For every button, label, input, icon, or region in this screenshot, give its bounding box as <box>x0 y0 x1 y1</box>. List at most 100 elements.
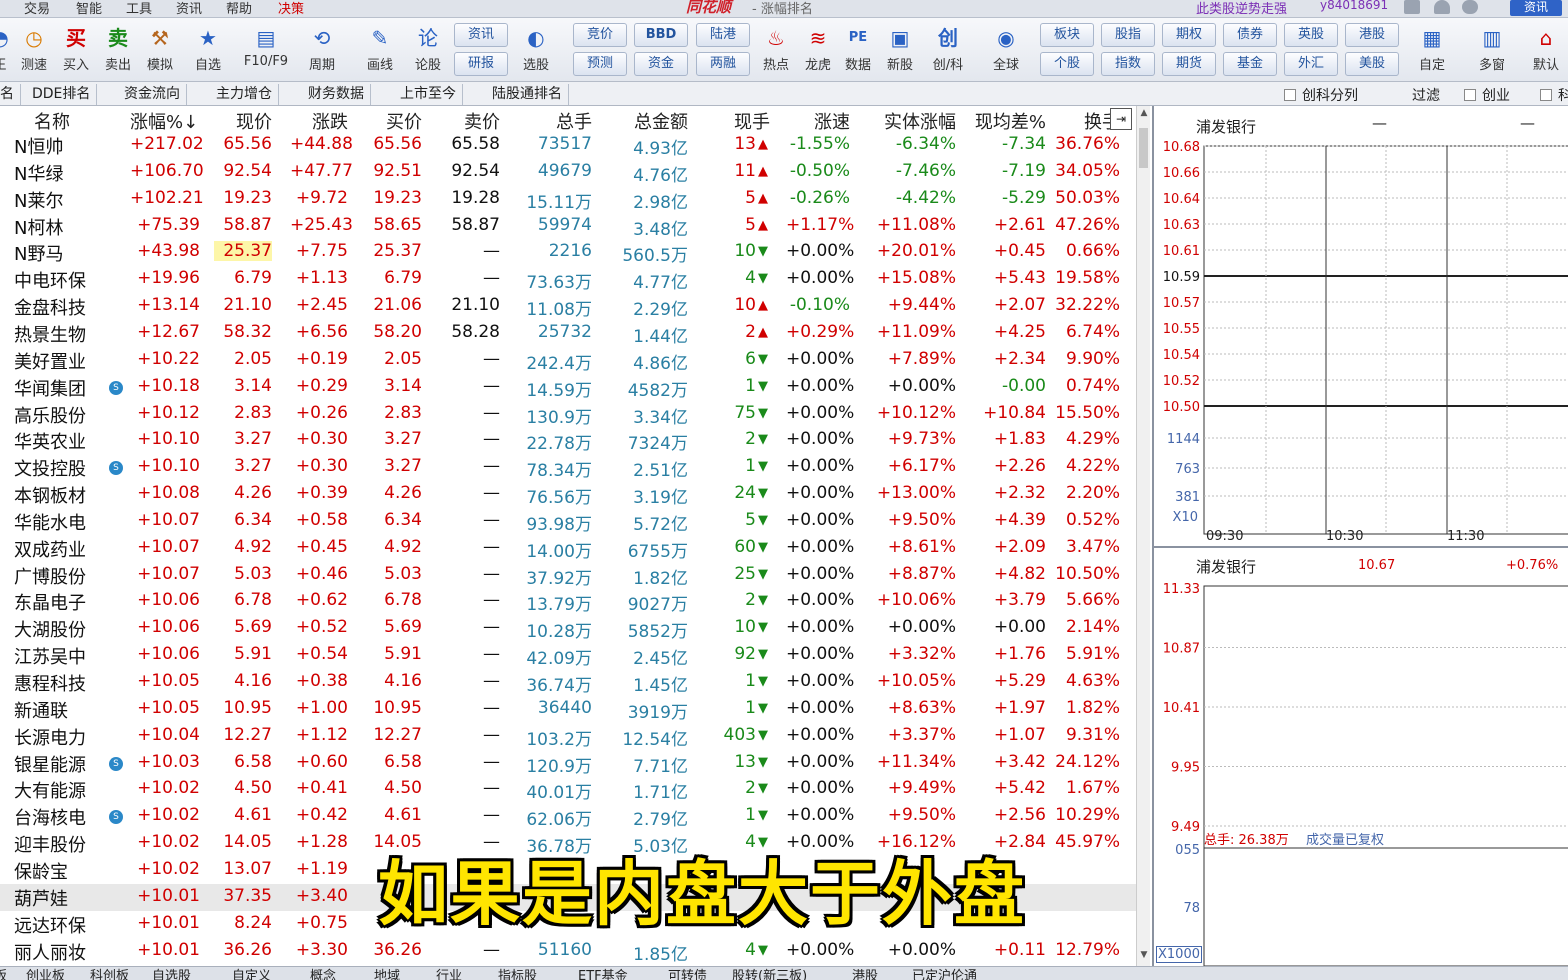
col-change-pct[interactable]: 涨幅%↓ <box>130 108 198 134</box>
col-ask[interactable]: 卖价 <box>442 108 500 134</box>
kline-chart[interactable]: 11.3310.8710.419.959.4905578010203 <box>1154 106 1568 980</box>
pill-uk-stocks[interactable]: 英股 <box>1284 23 1338 47</box>
pill-stock-index[interactable]: 股指 <box>1101 23 1155 47</box>
table-row[interactable]: 长源电力 +10.04 12.27 +1.12 12.27 — 103.2万 12.54亿 +0… <box>0 723 1136 750</box>
table-row[interactable]: 双成药业 +10.07 4.92 +0.45 4.92 — 14.00万 6755万 +0.00… <box>0 535 1136 562</box>
col-bid[interactable]: 买价 <box>364 108 422 134</box>
bottom-tab[interactable]: ETF基金 <box>578 967 628 980</box>
sell-button[interactable]: 卖卖出 <box>98 22 138 80</box>
watchlist-button[interactable]: ★ 自选 <box>188 22 228 80</box>
bottom-tab[interactable]: 股转(新三板) <box>732 967 807 980</box>
bottom-tab[interactable]: 板 <box>0 967 7 980</box>
table-row[interactable]: 东晶电子 +10.06 6.78 +0.62 6.78 — 13.79万 9027万 +0.00… <box>0 588 1136 615</box>
mail-icon[interactable] <box>1404 0 1420 14</box>
col-speed[interactable]: 涨速 <box>796 108 850 134</box>
col-volume[interactable]: 总手 <box>532 108 592 134</box>
table-scrollbar[interactable]: ▲ ▼ <box>1136 106 1150 966</box>
bell-icon[interactable] <box>1434 0 1450 14</box>
col-price[interactable]: 现价 <box>214 108 272 134</box>
col-amount[interactable]: 总金额 <box>612 108 688 134</box>
f10-button[interactable]: ▤ F10/F9 <box>242 22 290 80</box>
default-button[interactable]: ⌂ 默认 <box>1526 22 1566 80</box>
menu-trade[interactable]: 交易 <box>24 0 50 17</box>
table-row[interactable]: 丽人丽妆 +10.01 36.26 +3.30 36.26 — 51160 1.85亿 +0.0… <box>0 938 1136 965</box>
pill-hk-stocks[interactable]: 港股 <box>1345 23 1399 47</box>
menu-help[interactable]: 帮助 <box>226 0 252 17</box>
table-row[interactable]: N恒帅 +217.02 65.56 +44.88 65.56 65.58 73517 4.93… <box>0 132 1136 159</box>
pill-bonds[interactable]: 债券 <box>1223 23 1277 47</box>
bottom-tab[interactable]: 创业板 <box>26 967 65 980</box>
bottom-tab[interactable]: 已定沪伦通 <box>912 967 977 980</box>
table-row[interactable]: 华闻集团 S +10.18 3.14 +0.29 3.14 — 14.59万 4582万 +0.0… <box>0 374 1136 401</box>
tab-financial[interactable]: 财务数据 <box>302 84 371 105</box>
col-body-change[interactable]: 实体涨幅 <box>868 108 956 134</box>
pill-auction[interactable]: 竞价 <box>573 23 627 47</box>
tab-main-inflow[interactable]: 主力增仓 <box>210 84 279 105</box>
table-row[interactable]: 新通联 +10.05 10.95 +1.00 10.95 — 36440 3919万 +0.00… <box>0 696 1136 723</box>
bottom-tab[interactable]: 科创板 <box>90 967 129 980</box>
scroll-down-icon[interactable]: ▼ <box>1138 950 1150 962</box>
bottom-tab[interactable]: 行业 <box>436 967 462 980</box>
pill-forecast[interactable]: 预测 <box>573 52 627 76</box>
chuang-ke-button[interactable]: 创创/科 <box>928 22 968 80</box>
menu-news[interactable]: 资讯 <box>176 0 202 17</box>
table-row[interactable]: 中电环保 +19.96 6.79 +1.13 6.79 — 73.63万 4.77亿 +0.00… <box>0 266 1136 293</box>
tab-rank[interactable]: 名 <box>0 84 21 105</box>
col-current-hand[interactable]: 现手 <box>720 108 770 134</box>
table-row[interactable]: 高乐股份 +10.12 2.83 +0.26 2.83 — 130.9万 3.34亿 +0.00… <box>0 401 1136 428</box>
speed-test-button[interactable]: ◷ 测速 <box>14 22 54 80</box>
pill-stock[interactable]: 个股 <box>1040 52 1094 76</box>
user-icon[interactable] <box>1462 0 1478 14</box>
multi-window-button[interactable]: ▥ 多窗 <box>1472 22 1512 80</box>
table-row[interactable]: N华绿 +106.70 92.54 +47.77 92.51 92.54 49679 4.76… <box>0 159 1136 186</box>
bottom-tab[interactable]: 可转债 <box>668 967 707 980</box>
menu-decision[interactable]: 决策 <box>278 0 304 17</box>
table-row[interactable]: 江苏吴中 +10.06 5.91 +0.54 5.91 — 42.09万 2.45亿 +0.00… <box>0 642 1136 669</box>
bottom-tab[interactable]: 自定义 <box>232 967 271 980</box>
pill-us-stocks[interactable]: 美股 <box>1345 52 1399 76</box>
col-avg-diff[interactable]: 现均差% <box>966 108 1046 134</box>
bottom-tab[interactable]: 地域 <box>374 967 400 980</box>
ipo-button[interactable]: ▣ 新股 <box>880 22 920 80</box>
scroll-up-icon[interactable]: ▲ <box>1138 108 1150 120</box>
table-row[interactable]: N柯林 +75.39 58.87 +25.43 58.65 58.87 59974 3.48亿… <box>0 213 1136 240</box>
stock-select-button[interactable]: ◐ 选股 <box>516 22 556 80</box>
tab-capital-flow[interactable]: 资金流向 <box>118 84 187 105</box>
table-row[interactable]: 本钢板材 +10.08 4.26 +0.39 4.26 — 76.56万 3.19亿 +0.00… <box>0 481 1136 508</box>
hot-button[interactable]: ♨ 热点 <box>756 22 796 80</box>
col-name[interactable]: 名称 <box>34 108 70 134</box>
ke-checkbox[interactable]: 科 <box>1540 85 1568 105</box>
table-row[interactable]: N莱尔 +102.21 19.23 +9.72 19.23 19.28 15.11万 2.98… <box>0 186 1136 213</box>
col-change[interactable]: 涨跌 <box>290 108 348 134</box>
table-row[interactable]: 银星能源 S +10.03 6.58 +0.60 6.58 — 120.9万 7.71亿 +0.0… <box>0 750 1136 777</box>
simulate-button[interactable]: ⚒ 模拟 <box>140 22 180 80</box>
pill-margin[interactable]: 两融 <box>696 52 750 76</box>
column-expand-icon[interactable]: ⇥ <box>1110 108 1132 130</box>
menu-tools[interactable]: 工具 <box>126 0 152 17</box>
table-row[interactable]: 台海核电 S +10.02 4.61 +0.42 4.61 — 62.06万 2.79亿 +0.0… <box>0 803 1136 830</box>
pill-lugang[interactable]: 陆港 <box>696 23 750 47</box>
buy-button[interactable]: 买买入 <box>56 22 96 80</box>
table-row[interactable]: 大有能源 +10.02 4.50 +0.41 4.50 — 40.01万 1.71亿 +0.00… <box>0 776 1136 803</box>
table-row[interactable]: N野马 +43.98 25.37 +7.75 25.37 — 2216 560.5万 +0.00… <box>0 239 1136 266</box>
table-row[interactable]: 华英农业 +10.10 3.27 +0.30 3.27 — 22.78万 7324万 +0.00… <box>0 427 1136 454</box>
tab-lugutong[interactable]: 陆股通排名 <box>486 84 569 105</box>
menu-smart[interactable]: 智能 <box>76 0 102 17</box>
bottom-tab[interactable]: 指标股 <box>498 967 537 980</box>
table-row[interactable]: 金盘科技 +13.14 21.10 +2.45 21.06 21.10 11.08万 2.29… <box>0 293 1136 320</box>
chuangye-checkbox[interactable]: 创业 <box>1464 85 1510 105</box>
bottom-tab[interactable]: 概念 <box>310 967 336 980</box>
data-button[interactable]: PE 数据 <box>838 22 878 80</box>
pill-funds[interactable]: 基金 <box>1223 52 1277 76</box>
pill-sector[interactable]: 板块 <box>1040 23 1094 47</box>
forum-button[interactable]: 论论股 <box>408 22 448 80</box>
table-row[interactable]: 美好置业 +10.22 2.05 +0.19 2.05 — 242.4万 4.86亿 +0.00… <box>0 347 1136 374</box>
news-button[interactable]: 资讯 <box>1510 0 1562 16</box>
pill-capital[interactable]: 资金 <box>634 52 688 76</box>
pill-research[interactable]: 研报 <box>454 52 508 76</box>
table-row[interactable]: 惠程科技 +10.05 4.16 +0.38 4.16 — 36.74万 1.45亿 +0.00… <box>0 669 1136 696</box>
pill-index[interactable]: 指数 <box>1101 52 1155 76</box>
custom-button[interactable]: ▦ 自定 <box>1412 22 1452 80</box>
table-row[interactable]: 大湖股份 +10.06 5.69 +0.52 5.69 — 10.28万 5852万 +0.00… <box>0 615 1136 642</box>
pill-options[interactable]: 期权 <box>1162 23 1216 47</box>
